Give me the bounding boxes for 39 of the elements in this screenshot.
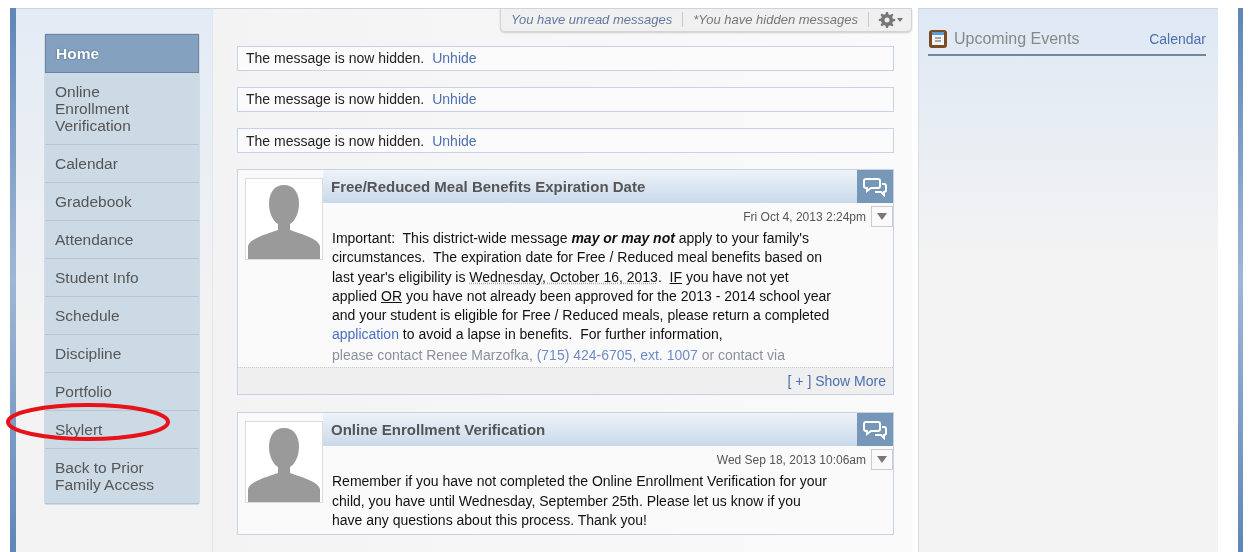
notice-text: The message is now hidden. — [246, 132, 425, 149]
chat-icon[interactable] — [857, 170, 893, 204]
nav-item[interactable]: Skylert — [45, 411, 199, 449]
message-title: Free/Reduced Meal Benefits Expiration Date — [330, 178, 647, 196]
message-body: Important: This district-wide message may or may not apply to your family's circumstances. The expiration date for Free / Reduced meal benefits based on last year's eligibility is Wednesday, October 16, 2013. IF you have not yet applied OR you have not already been approved for the 2013 - 2014 school year and your student is eligible for Free / Reduced meals, please return a completed application to avoid a lapse in benefits. For further information, — [331, 229, 832, 345]
calendar-link[interactable]: Calendar — [1149, 31, 1206, 47]
caret-icon — [877, 456, 887, 464]
message-body: Remember if you have not completed the Online Enrollment Verification for your child, you have until Wednesday, September 25th. Please let us know if you have any questions about this process. Thank you! — [331, 472, 828, 530]
nav-item[interactable]: Discipline — [45, 335, 199, 373]
toolbar-link[interactable]: You have unread messages — [501, 12, 684, 28]
message-title: Online Enrollment Verification — [330, 421, 547, 439]
avatar-icon — [245, 178, 323, 261]
chat-icon[interactable] — [857, 413, 893, 447]
toolbar-link[interactable]: *You have hidden messages — [683, 12, 869, 28]
dropdown-button[interactable] — [871, 449, 893, 471]
nav-item[interactable]: Calendar — [45, 145, 199, 183]
caret-icon — [877, 213, 887, 221]
calendar-icon — [928, 29, 948, 49]
unhide-link[interactable]: Unhide — [432, 91, 477, 108]
nav-item[interactable]: Student Info — [45, 259, 199, 297]
dropdown-button[interactable] — [871, 206, 893, 228]
notice-text: The message is now hidden. — [246, 91, 425, 108]
show-more-link[interactable]: [ + ] Show More — [787, 373, 886, 390]
avatar-icon — [245, 421, 323, 504]
faded-text: please contact Renee Marzofka, (715) 424-6705, ext. 1007 or contact via — [331, 348, 786, 364]
nav-item[interactable]: Gradebook — [45, 183, 199, 221]
message-date: Wed Sep 18, 2013 10:06am — [716, 452, 866, 467]
unhide-link[interactable]: Unhide — [432, 50, 477, 67]
text-link[interactable]: (715) 424-6705, ext. 1007 — [536, 347, 698, 364]
nav-item[interactable]: Attendance — [45, 221, 199, 259]
text-link[interactable]: application — [332, 326, 399, 343]
nav-item[interactable]: Online Enrollment Verification — [45, 73, 199, 145]
nav-item[interactable]: Back to Prior Family Access — [45, 449, 199, 504]
unhide-link[interactable]: Unhide — [432, 132, 477, 149]
nav-item[interactable]: Schedule — [45, 297, 199, 335]
panel-title: Upcoming Events — [954, 30, 1081, 48]
nav-item[interactable]: Portfolio — [45, 373, 199, 411]
message-date: Fri Oct 4, 2013 2:24pm — [743, 209, 866, 224]
notice-text: The message is now hidden. — [246, 50, 425, 67]
